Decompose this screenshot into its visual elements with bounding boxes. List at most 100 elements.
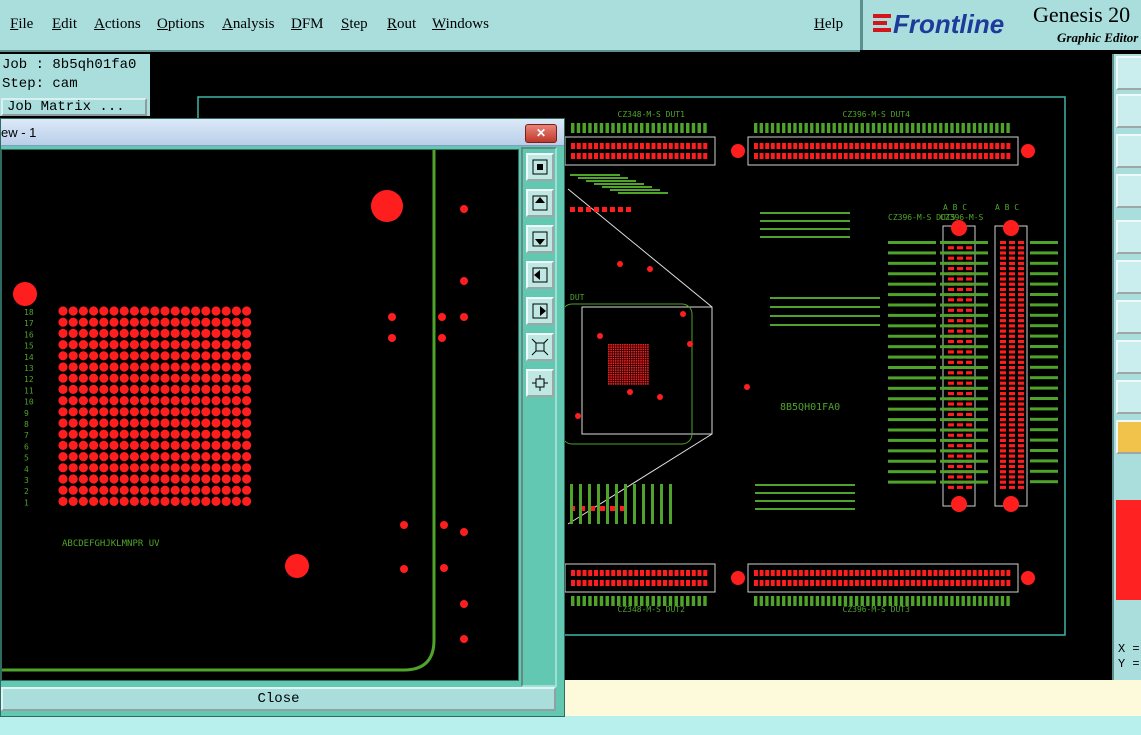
bga-ball [58, 485, 68, 495]
via-pad [388, 334, 396, 342]
bga-ball [89, 396, 99, 406]
menu-step[interactable]: Step [341, 16, 368, 33]
tool-button-2[interactable] [1116, 94, 1141, 128]
bga-ball [221, 373, 231, 383]
bga-ball [170, 496, 180, 506]
bga-ball [109, 485, 119, 495]
bga-ball [191, 452, 201, 462]
bga-ball [119, 384, 129, 394]
bga-ball [170, 340, 180, 350]
bga-ball [89, 407, 99, 417]
bga-ball [89, 351, 99, 361]
select-pointer-button[interactable] [1116, 420, 1141, 454]
row-label: 17 [24, 319, 34, 328]
bga-ball [150, 418, 160, 428]
bga-ball [150, 452, 160, 462]
tool-button-1[interactable] [1116, 56, 1141, 90]
job-matrix-button[interactable]: Job Matrix ... [1, 98, 147, 116]
pan-right-button[interactable] [526, 297, 554, 325]
menu-actions[interactable]: Actions [94, 16, 141, 33]
bga-ball [170, 418, 180, 428]
bga-ball [180, 485, 190, 495]
bga-ball [58, 328, 68, 338]
via-pad [438, 334, 446, 342]
zoom-window-titlebar[interactable]: ew - 1 ✕ [1, 119, 564, 146]
bga-ball [89, 485, 99, 495]
bga-ball [99, 463, 109, 473]
pan-up-button[interactable] [526, 189, 554, 217]
svg-text:CZ348-M-S DUT2: CZ348-M-S DUT2 [618, 605, 686, 614]
bga-ball [170, 407, 180, 417]
bga-ball [89, 362, 99, 372]
bga-ball [150, 328, 160, 338]
bga-ball [242, 351, 252, 361]
bga-ball [129, 474, 139, 484]
bga-ball [170, 440, 180, 450]
row-label: 8 [24, 420, 29, 429]
bga-ball [231, 474, 241, 484]
menu-file[interactable]: File [10, 16, 33, 33]
via-pad [460, 635, 468, 643]
menu-edit[interactable]: Edit [52, 16, 77, 33]
layer-color-swatch[interactable] [1116, 500, 1141, 600]
bga-ball [58, 373, 68, 383]
bga-ball [191, 429, 201, 439]
tool-button-5[interactable] [1116, 220, 1141, 254]
bga-ball [129, 351, 139, 361]
tool-button-3[interactable] [1116, 134, 1141, 168]
bga-ball [201, 362, 211, 372]
bga-ball [99, 452, 109, 462]
bga-ball [89, 474, 99, 484]
bga-ball [211, 452, 221, 462]
zoom-home-button[interactable] [526, 153, 554, 181]
tool-button-8[interactable] [1116, 340, 1141, 374]
row-label: 10 [24, 398, 34, 407]
bga-ball [180, 351, 190, 361]
mounting-hole [285, 554, 309, 578]
menu-analysis[interactable]: Analysis [222, 16, 275, 33]
bga-ball [109, 440, 119, 450]
zoom-out-button[interactable] [526, 369, 554, 397]
bga-ball [221, 496, 231, 506]
row-label: 2 [24, 487, 29, 496]
tool-button-7[interactable] [1116, 300, 1141, 334]
bga-ball [58, 317, 68, 327]
bga-ball [89, 429, 99, 439]
tool-button-9[interactable] [1116, 380, 1141, 414]
bga-ball [99, 474, 109, 484]
tool-button-6[interactable] [1116, 260, 1141, 294]
row-label: 12 [24, 375, 34, 384]
bga-ball [68, 373, 78, 383]
bga-ball [170, 373, 180, 383]
menu-dfm[interactable]: DFM [291, 16, 324, 33]
step-name: Step: cam [2, 76, 78, 92]
pan-left-button[interactable] [526, 261, 554, 289]
bga-ball [180, 328, 190, 338]
bga-ball [89, 328, 99, 338]
close-button[interactable]: Close [1, 687, 556, 711]
zoom-view-canvas[interactable]: 18 17 16 15 14 13 12 11 10 9 8 7 6 5 4 3 2 1 ABCDEFGHJKLM… [1, 149, 519, 681]
menu-options[interactable]: Options [157, 16, 205, 33]
bga-ball [160, 429, 170, 439]
row-label: 1 [24, 498, 29, 507]
bga-ball [89, 384, 99, 394]
menu-rout[interactable]: Rout [387, 16, 416, 33]
pan-down-button[interactable] [526, 225, 554, 253]
bga-ball [180, 396, 190, 406]
bga-ball [191, 328, 201, 338]
bga-ball [129, 452, 139, 462]
bga-ball [180, 440, 190, 450]
bga-ball [231, 463, 241, 473]
bga-ball [99, 407, 109, 417]
bga-ball [140, 384, 150, 394]
menu-help[interactable]: Help [814, 16, 843, 33]
part-marking: 8B5QH01FA0 [780, 402, 840, 413]
menu-windows[interactable]: Windows [432, 16, 489, 33]
bga-ball [140, 440, 150, 450]
zoom-in-button[interactable] [526, 333, 554, 361]
tool-button-4[interactable] [1116, 174, 1141, 208]
bga-ball [180, 452, 190, 462]
bga-ball [129, 362, 139, 372]
zoom-window-close-icon[interactable]: ✕ [525, 124, 557, 143]
bga-ball [119, 429, 129, 439]
